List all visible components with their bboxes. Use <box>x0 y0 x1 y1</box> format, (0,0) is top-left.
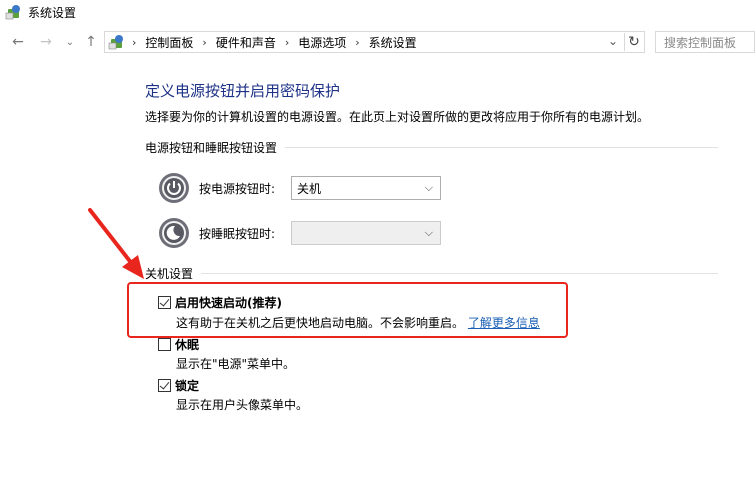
title-bar: 系统设置 <box>0 0 755 24</box>
annotation-highlight-box <box>127 282 568 338</box>
power-button-action-select[interactable]: 关机 ⌵ <box>291 176 441 200</box>
section-title: 电源按钮和睡眠按钮设置 <box>145 140 278 155</box>
lock-checkbox[interactable] <box>158 379 171 392</box>
hibernate-checkbox[interactable] <box>158 338 171 351</box>
breadcrumb-separator-icon[interactable]: › <box>355 36 359 49</box>
hibernate-checkbox-row[interactable]: 休眠 <box>158 336 199 353</box>
address-bar[interactable]: › 控制面板 › 硬件和声音 › 电源选项 › 系统设置 ⌄ <box>104 31 645 53</box>
chevron-down-icon: ⌵ <box>424 181 433 194</box>
sleep-button-label: 按睡眠按钮时: <box>199 226 276 241</box>
lock-description: 显示在用户头像菜单中。 <box>176 398 309 412</box>
breadcrumb-separator-icon[interactable]: › <box>285 36 289 49</box>
control-panel-icon <box>108 35 123 50</box>
page-title: 定义电源按钮并启用密码保护 <box>145 82 341 100</box>
power-button-label: 按电源按钮时: <box>199 181 276 196</box>
breadcrumb-hardware-sound[interactable]: 硬件和声音 <box>216 34 276 51</box>
breadcrumb-separator-icon[interactable]: › <box>132 36 136 49</box>
hibernate-description: 显示在"电源"菜单中。 <box>176 357 296 371</box>
power-icon <box>159 173 189 203</box>
power-buttons-section-header: 电源按钮和睡眠按钮设置 <box>145 139 718 155</box>
shutdown-section-header: 关机设置 <box>145 265 718 281</box>
breadcrumb-power-options[interactable]: 电源选项 <box>298 34 346 51</box>
up-arrow-icon[interactable]: ↑ <box>81 32 101 52</box>
sleep-button-action-select[interactable]: ⌵ <box>291 221 441 245</box>
power-button-action-value: 关机 <box>297 181 322 196</box>
divider <box>201 272 718 274</box>
lock-label[interactable]: 锁定 <box>175 377 199 394</box>
back-arrow-icon[interactable]: ← <box>8 32 28 52</box>
lock-checkbox-row[interactable]: 锁定 <box>158 377 199 394</box>
address-dropdown-icon[interactable]: ⌄ <box>608 34 618 48</box>
sleep-icon <box>159 218 189 248</box>
breadcrumb-separator-icon[interactable]: › <box>202 36 206 49</box>
control-panel-icon <box>5 5 20 20</box>
navigation-bar: ← → ⌄ ↑ › 控制面板 › 硬件和声音 › 电源选项 › 系统设置 ⌄ ↻… <box>0 28 755 56</box>
sleep-button-row: 按睡眠按钮时: ⌵ <box>158 217 441 249</box>
section-title: 关机设置 <box>145 266 194 281</box>
annotation-arrow-icon <box>88 208 144 279</box>
recent-locations-chevron-icon[interactable]: ⌄ <box>60 32 80 52</box>
breadcrumb-system-settings[interactable]: 系统设置 <box>369 34 417 51</box>
power-button-row: 按电源按钮时: 关机 ⌵ <box>158 172 441 204</box>
forward-arrow-icon[interactable]: → <box>36 32 56 52</box>
search-input[interactable]: 搜索控制面板 <box>655 31 755 53</box>
divider <box>285 146 718 148</box>
hibernate-label[interactable]: 休眠 <box>175 336 199 353</box>
refresh-icon[interactable]: ↻ <box>624 33 643 51</box>
page-description: 选择要为你的计算机设置的电源设置。在此页上对设置所做的更改将应用于你所有的电源计… <box>145 110 650 124</box>
window-title: 系统设置 <box>28 5 77 20</box>
breadcrumb-control-panel[interactable]: 控制面板 <box>145 34 193 51</box>
chevron-down-icon: ⌵ <box>424 226 433 239</box>
